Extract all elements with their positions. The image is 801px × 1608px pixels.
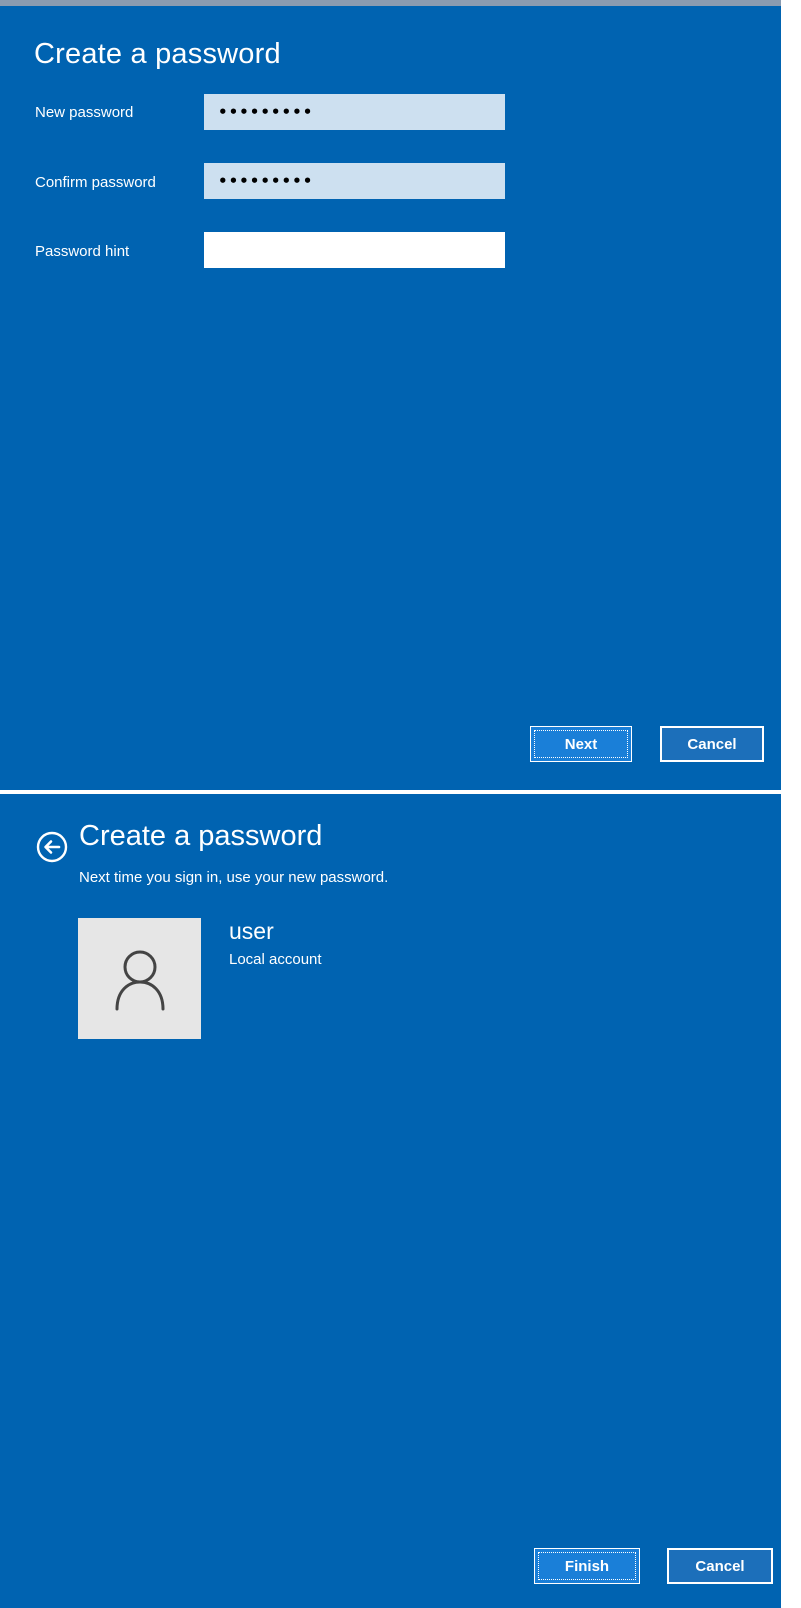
- confirm-password-label: Confirm password: [35, 174, 156, 191]
- next-button[interactable]: Next: [530, 726, 632, 762]
- back-arrow-circle-icon: [36, 831, 68, 863]
- next-button-label: Next: [534, 730, 628, 758]
- cancel-button-label: Cancel: [695, 1557, 745, 1575]
- new-password-label: New password: [35, 104, 134, 121]
- finish-button[interactable]: Finish: [534, 1548, 640, 1584]
- page-title: Create a password: [34, 38, 281, 70]
- cancel-button[interactable]: Cancel: [667, 1548, 773, 1584]
- person-outline-icon: [115, 950, 164, 1010]
- page-title: Create a password: [79, 820, 323, 852]
- avatar: [78, 918, 201, 1039]
- new-password-field[interactable]: [204, 94, 505, 130]
- cancel-button[interactable]: Cancel: [660, 726, 764, 762]
- confirm-password-field[interactable]: [204, 163, 505, 199]
- cancel-button-label: Cancel: [687, 735, 737, 753]
- password-hint-label: Password hint: [35, 243, 130, 260]
- create-password-form-panel: Create a password New password Confirm p…: [0, 0, 781, 790]
- password-confirmation-panel: Create a password Next time you sign in,…: [0, 794, 781, 1608]
- subtitle-text: Next time you sign in, use your new pass…: [79, 869, 389, 886]
- back-button[interactable]: [35, 830, 69, 864]
- user-name: user: [229, 918, 274, 944]
- password-hint-field[interactable]: [204, 232, 505, 268]
- account-type: Local account: [229, 951, 322, 968]
- finish-button-label: Finish: [538, 1552, 636, 1580]
